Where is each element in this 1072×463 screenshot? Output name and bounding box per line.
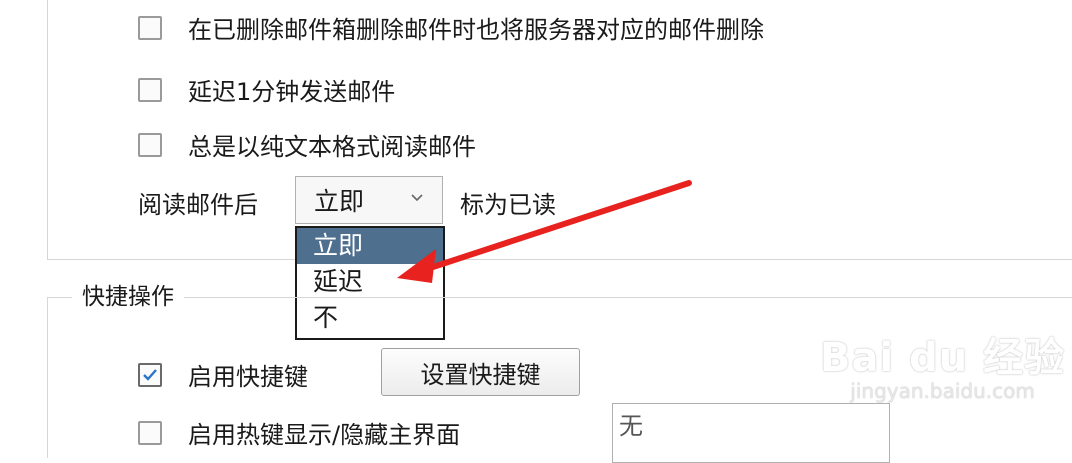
hotkey-label: 启用热键显示/隐藏主界面 — [188, 421, 461, 449]
delete-server-checkbox[interactable] — [138, 15, 162, 40]
set-shortcut-button[interactable]: 设置快捷键 — [381, 348, 580, 396]
plain-text-checkbox[interactable] — [138, 132, 162, 157]
plain-text-label: 总是以纯文本格式阅读邮件 — [188, 133, 476, 161]
baidu-watermark: Bai du 经验 jingyan.baidu.com — [820, 325, 1065, 403]
hotkey-checkbox[interactable] — [138, 420, 162, 445]
hotkey-input[interactable]: 无 — [612, 403, 890, 463]
delete-server-label: 在已删除邮件箱删除邮件时也将服务器对应的邮件删除 — [188, 16, 764, 44]
checkmark-icon — [143, 368, 157, 381]
option-delay-send-row[interactable]: 延迟1分钟发送邮件 — [138, 72, 395, 107]
delay-send-label: 延迟1分钟发送邮件 — [188, 78, 396, 106]
enable-shortcut-label: 启用快捷键 — [188, 363, 308, 391]
option-delete-server-row[interactable]: 在已删除邮件箱删除邮件时也将服务器对应的邮件删除 — [138, 10, 764, 45]
read-setting-suffix: 标为已读 — [460, 191, 556, 219]
hotkey-row[interactable]: 启用热键显示/隐藏主界面 — [138, 415, 460, 450]
read-mode-select[interactable]: 立即 — [295, 176, 443, 224]
shortcut-group-title: 快捷操作 — [72, 281, 184, 313]
read-setting-prefix: 阅读邮件后 — [138, 191, 258, 219]
read-mode-selected: 立即 — [314, 187, 365, 216]
enable-shortcut-row[interactable]: 启用快捷键 — [138, 357, 308, 392]
dropdown-option-delay[interactable]: 延迟 — [297, 264, 443, 300]
dropdown-option-immediate[interactable]: 立即 — [297, 228, 443, 264]
chevron-down-icon — [411, 194, 423, 202]
enable-shortcut-checkbox[interactable] — [138, 362, 162, 387]
option-plain-text-row[interactable]: 总是以纯文本格式阅读邮件 — [138, 127, 476, 162]
delay-send-checkbox[interactable] — [138, 77, 162, 102]
watermark-logo: Bai du 经验 — [820, 335, 1066, 381]
watermark-url: jingyan.baidu.com — [850, 379, 1035, 403]
